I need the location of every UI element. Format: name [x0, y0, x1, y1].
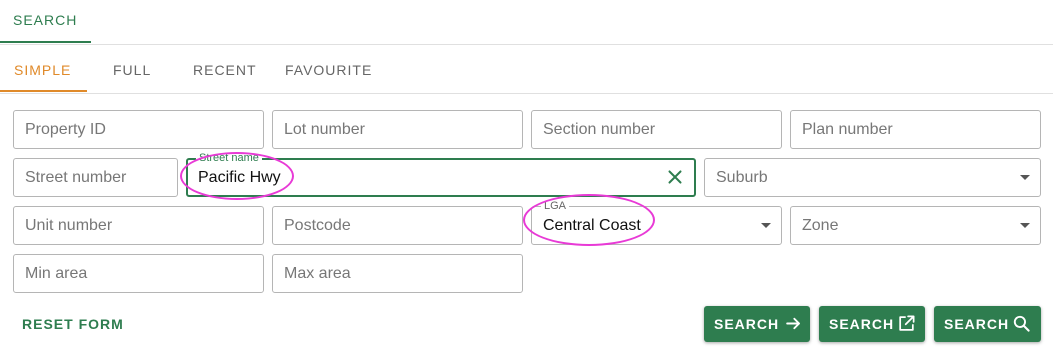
suburb-select[interactable]: Suburb [704, 158, 1041, 197]
zone-placeholder: Zone [802, 217, 839, 234]
min-area-placeholder: Min area [25, 265, 88, 282]
zone-select[interactable]: Zone [790, 206, 1041, 245]
section-number-placeholder: Section number [543, 121, 656, 138]
tab-simple[interactable]: SIMPLE [0, 45, 87, 92]
open-in-new-icon [899, 315, 915, 331]
chevron-down-icon [1020, 175, 1030, 180]
magnifier-icon [1013, 315, 1030, 332]
section-number-input[interactable]: Section number [531, 110, 782, 149]
tab-search[interactable]: SEARCH [0, 0, 92, 44]
street-number-placeholder: Street number [25, 169, 127, 186]
search-zoom-button[interactable]: SEARCH [934, 306, 1041, 342]
search-button-label: SEARCH [714, 316, 780, 332]
lot-number-placeholder: Lot number [284, 121, 365, 138]
plan-number-placeholder: Plan number [802, 121, 893, 138]
unit-number-placeholder: Unit number [25, 217, 113, 234]
search-mode-tabs: SIMPLE FULL RECENT FAVOURITE [0, 45, 1053, 93]
street-number-input[interactable]: Street number [13, 158, 178, 197]
min-area-input[interactable]: Min area [13, 254, 264, 293]
postcode-placeholder: Postcode [284, 217, 351, 234]
tab-recent-label: RECENT [193, 62, 257, 78]
tab-search-label: SEARCH [13, 12, 78, 28]
property-id-placeholder: Property ID [25, 121, 106, 138]
property-id-input[interactable]: Property ID [13, 110, 264, 149]
tab-favourite[interactable]: FAVOURITE [272, 45, 382, 92]
unit-number-input[interactable]: Unit number [13, 206, 264, 245]
search-button[interactable]: SEARCH [704, 306, 810, 342]
max-area-placeholder: Max area [284, 265, 351, 282]
annotation-circle [523, 194, 655, 246]
search-new-tab-label: SEARCH [829, 316, 895, 332]
annotation-circle [180, 152, 294, 200]
tab-full-label: FULL [113, 62, 152, 78]
divider [0, 93, 1053, 94]
plan-number-input[interactable]: Plan number [790, 110, 1041, 149]
search-zoom-label: SEARCH [944, 316, 1010, 332]
tab-favourite-label: FAVOURITE [285, 62, 373, 78]
suburb-placeholder: Suburb [716, 169, 768, 186]
tab-active-indicator [0, 41, 91, 43]
tab-simple-label: SIMPLE [14, 62, 72, 78]
lot-number-input[interactable]: Lot number [272, 110, 523, 149]
reset-form-button[interactable]: RESET FORM [22, 316, 124, 332]
tab-full[interactable]: FULL [100, 45, 164, 92]
postcode-input[interactable]: Postcode [272, 206, 523, 245]
arrow-right-icon [786, 317, 800, 330]
chevron-down-icon [1020, 223, 1030, 228]
max-area-input[interactable]: Max area [272, 254, 523, 293]
chevron-down-icon [761, 223, 771, 228]
tab-recent[interactable]: RECENT [180, 45, 266, 92]
close-icon[interactable] [664, 166, 686, 188]
search-new-tab-button[interactable]: SEARCH [819, 306, 925, 342]
tab-active-indicator [0, 90, 87, 92]
